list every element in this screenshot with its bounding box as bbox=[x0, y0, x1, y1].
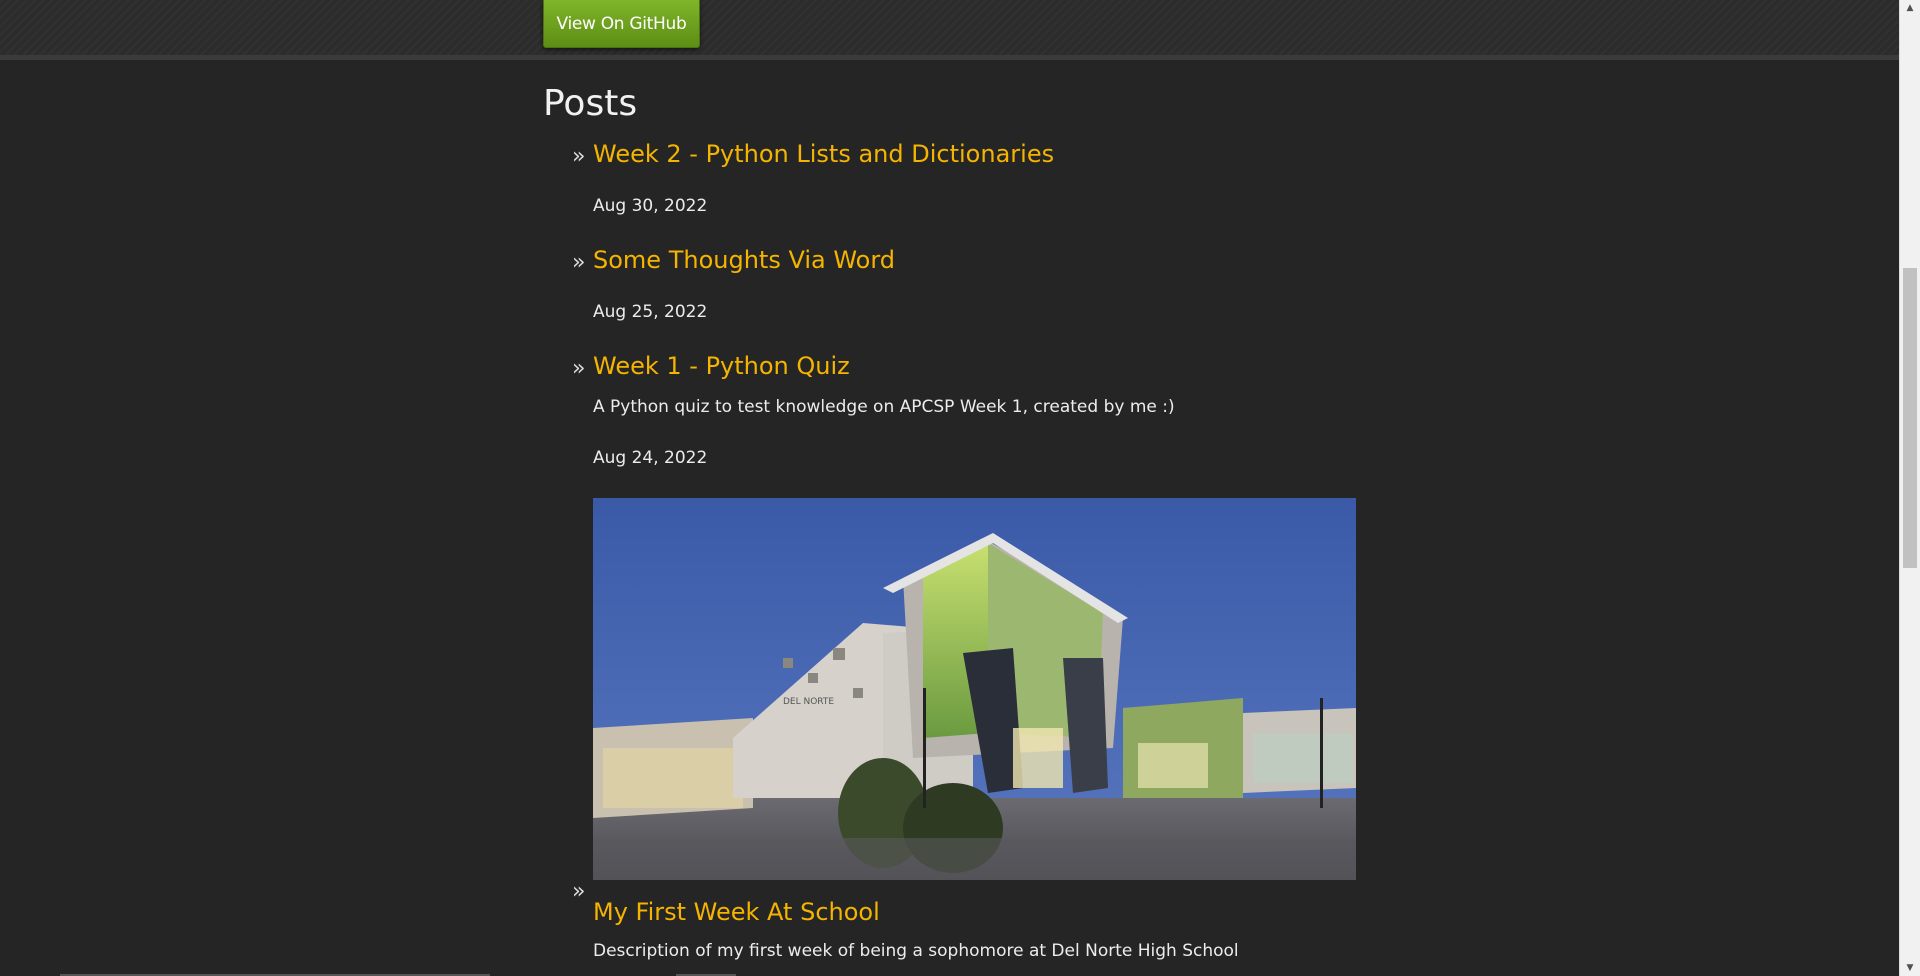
triangle-down-icon[interactable]: ▼ bbox=[1900, 960, 1920, 976]
post-description: A Python quiz to test knowledge on APCSP… bbox=[593, 397, 1175, 417]
header-band: View On GitHub bbox=[0, 0, 1899, 60]
post-title-link[interactable]: My First Week At School bbox=[593, 900, 880, 924]
post-title-link[interactable]: Some Thoughts Via Word bbox=[593, 248, 895, 272]
vertical-scrollbar[interactable]: ▲ ▼ bbox=[1899, 0, 1920, 976]
scrollbar-thumb[interactable] bbox=[1903, 268, 1917, 568]
view-on-github-button[interactable]: View On GitHub bbox=[543, 0, 700, 48]
post-title-link[interactable]: Week 1 - Python Quiz bbox=[593, 354, 850, 378]
post-thumbnail-image[interactable]: DEL NORTE bbox=[593, 498, 1356, 880]
triangle-up-icon[interactable]: ▲ bbox=[1900, 0, 1920, 16]
bullet-icon: » bbox=[572, 144, 586, 169]
building-sign-text: DEL NORTE bbox=[783, 697, 834, 707]
post-date: Aug 24, 2022 bbox=[593, 448, 708, 468]
bullet-icon: » bbox=[572, 879, 586, 904]
bullet-icon: » bbox=[572, 356, 586, 381]
bullet-icon: » bbox=[572, 250, 586, 275]
post-date: Aug 25, 2022 bbox=[593, 302, 708, 322]
page: View On GitHub Posts » Week 2 - Python L… bbox=[0, 0, 1899, 976]
post-title-link[interactable]: Week 2 - Python Lists and Dictionaries bbox=[593, 142, 1054, 166]
posts-heading: Posts bbox=[543, 83, 638, 124]
school-building-photo: DEL NORTE bbox=[593, 498, 1356, 880]
post-description: Description of my first week of being a … bbox=[593, 941, 1239, 961]
post-date: Aug 30, 2022 bbox=[593, 196, 708, 216]
